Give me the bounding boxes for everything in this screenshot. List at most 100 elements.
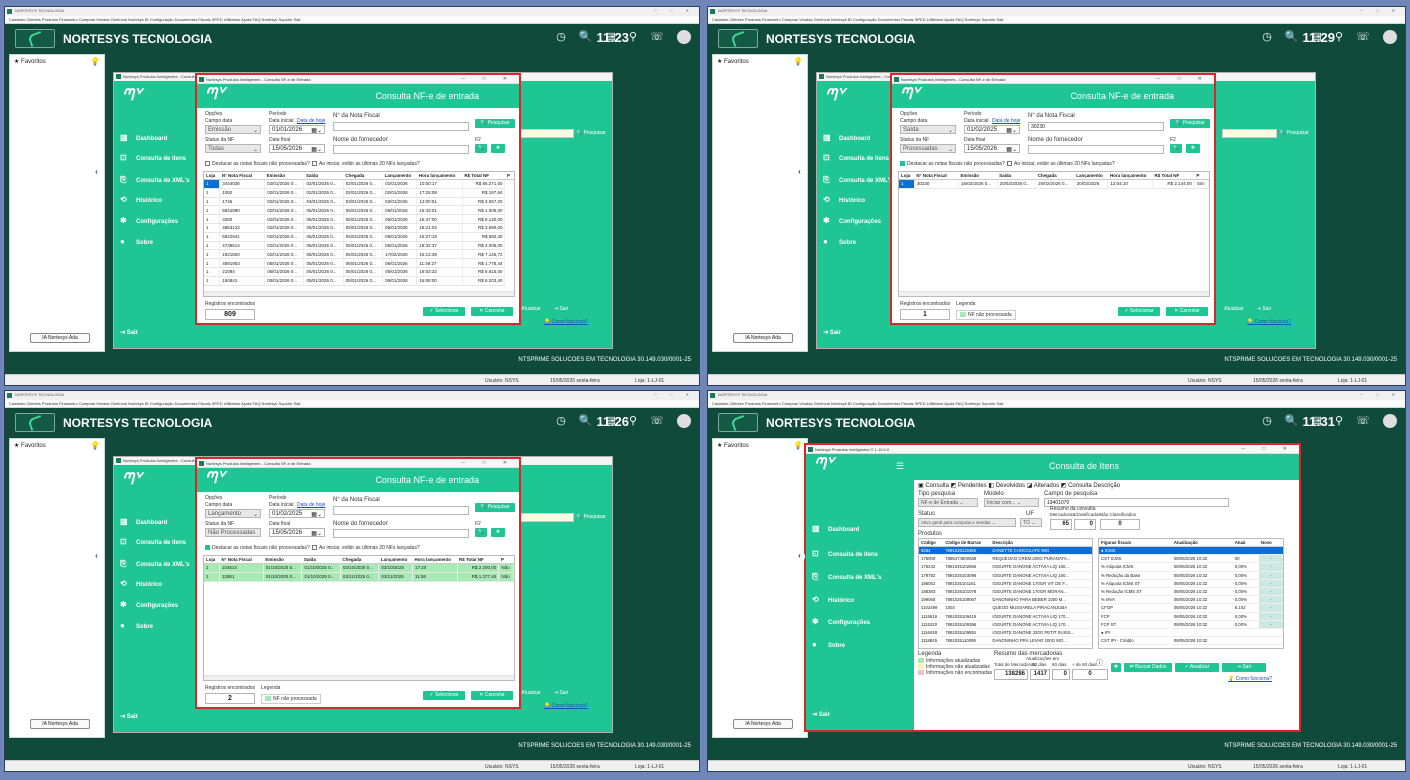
table-row[interactable]: 1 184841 05/01/2026 0... 05/01/2026 0... 05/… [204,276,514,286]
col-header[interactable]: Chegada [340,556,379,564]
status-nf-select[interactable]: Todas ⌄ [205,144,261,153]
col-header[interactable]: Emissão [958,172,998,180]
gear-icon[interactable]: ✱ [1111,663,1121,672]
favorites-label[interactable]: ★ Favoritos [14,442,46,449]
dialog-window-controls[interactable]: ─ □ ✕ [1156,76,1210,82]
col-header[interactable]: P [1194,172,1209,180]
data-hoje-link[interactable]: Data de hoje [297,502,325,508]
behind-search-button[interactable]: 🔍 Pesquisar [576,513,606,522]
data-inicial-input[interactable]: 01/01/2026 ▦⌄ [269,125,325,134]
ultimas-checkbox[interactable]: Ao iniciar, exibir as últimas 20 NFs lan… [312,161,420,167]
uf-select[interactable]: TO ⌄ [1020,518,1042,527]
ultimas-checkbox[interactable]: Ao iniciar, exibir as últimas 20 NFs lan… [1007,161,1115,167]
col-header[interactable]: Hora lançamento [412,556,458,564]
nav-item-2[interactable]: ⎘ Consulta de XML's [120,175,189,185]
dialog-window-controls[interactable]: ─ □ ✕ [461,76,515,82]
table-row[interactable]: 1 4863123 02/01/2026 0... 05/01/2026 0... 05… [204,223,514,233]
menu-icon[interactable]: ☰ [896,461,904,472]
selecionar-button[interactable]: ✓ Selecionar [423,307,465,316]
col-header[interactable]: Atualização [1171,539,1233,547]
nav-item-2[interactable]: ⎘ Consulta de XML's [823,175,892,185]
ultimas-checkbox[interactable]: Ao iniciar, exibir as últimas 20 NFs lan… [312,545,420,551]
add-icon[interactable]: ✚ [1186,144,1200,153]
pesquisar-button[interactable]: 🔍 Pesquisar [475,503,515,512]
nav-item-4[interactable]: ✱ Configurações [823,216,881,225]
data-final-input[interactable]: 15/05/2026 ▦⌄ [964,144,1020,153]
produtos-grid[interactable]: Código Código de Barras Descrição 8284 78910… [918,538,1093,649]
nav-item-2[interactable]: ⎘ Consulta de XML's [120,559,189,569]
ia-button[interactable]: IA Nortesys Ada [30,333,90,343]
col-header[interactable]: Loja [899,172,915,180]
tipo-pesquisa-select[interactable]: NF-e de Entrada ⌄ [918,498,978,507]
avatar[interactable] [1383,30,1397,45]
campo-data-select[interactable]: Lançamento ⌄ [205,509,261,518]
behind-atualizar-button[interactable]: Atualizar [519,689,543,698]
ia-button[interactable]: IA Nortesys Ada [30,719,90,729]
destacar-checkbox[interactable]: Destacar as notas fiscais não processada… [205,161,310,167]
data-final-input[interactable]: 15/05/2026 ▦⌄ [269,144,325,153]
behind-help-link[interactable]: 💡 Como funciona? [544,319,588,325]
table-row[interactable]: FCP ST 08/05/2026 10:32 0,00% - [1099,620,1283,629]
search-icon[interactable]: 🔍 [475,144,487,153]
nav-item-0[interactable]: ▥ Dashboard [823,133,870,142]
info-icon[interactable]: ⓘ [1096,658,1103,668]
table-row[interactable]: ● IPI [1099,628,1283,638]
destacar-checkbox[interactable]: Destacar as notas fiscais não processada… [205,545,310,551]
selecionar-button[interactable]: ✓ Selecionar [423,691,465,700]
table-row[interactable]: % MVA 08/05/2026 10:32 0,00% - [1099,595,1283,605]
fornecedor-input[interactable] [333,145,469,154]
behind-search-button[interactable]: 🔍 Pesquisar [1279,129,1309,138]
table-row[interactable]: 199068 7891025109067 DANONINHO PARA BEBER … [919,595,1092,605]
nav-item-0[interactable]: ▥ Dashboard [120,517,167,526]
table-row[interactable]: 1 5842941 02/01/2026 0... 05/01/2026 0... 05… [204,232,514,242]
nota-input[interactable] [333,506,469,515]
cancelar-button[interactable]: ✕ Cancelar [1166,307,1208,316]
window-controls[interactable]: ─ □ ✕ [1360,8,1401,13]
behind-sair-button[interactable]: ⇥ Sair [546,689,576,698]
search-icon[interactable]: 🔍 [475,528,487,537]
col-header[interactable]: Figuras fiscais [1099,539,1172,547]
nfe-grid[interactable]: Loja N° Nota Fiscal Emissão Saída Chegada Lan… [898,171,1210,297]
table-row[interactable]: 1 3444036 02/01/2026 0... 02/01/2026 0... 02… [204,179,514,189]
behind-search-button[interactable]: 🔍 Pesquisar [576,129,606,138]
lightbulb-icon[interactable]: 💡 [90,441,100,450]
dialog-window-controls[interactable]: ─ □ ✕ [1241,446,1295,452]
window-controls[interactable]: ─ □ ✕ [654,392,695,397]
modelo-select[interactable]: Iniciar com... ⌄ [984,498,1039,507]
table-row[interactable]: % Alíquota ICMS 08/05/2026 10:32 0,00% - [1099,562,1283,572]
exit-button[interactable]: ⇥ Sair [823,329,841,336]
help-link[interactable]: 💡 Como funciona? [1228,676,1272,682]
col-header[interactable]: P [498,556,514,564]
col-header[interactable]: Lançamento [382,172,417,180]
menu-bar[interactable]: Cadastro Clientes Produtos Financeiro Co… [5,16,699,24]
col-header[interactable]: Saída [303,172,344,180]
table-row[interactable]: FCP 08/05/2026 10:32 0,00% - [1099,612,1283,621]
favorites-label[interactable]: ★ Favoritos [717,58,749,65]
col-header[interactable]: R$ Total NF [457,556,499,564]
table-row[interactable]: 1115320 7891025109396 IOGURTE DANONE ACTIV… [919,620,1092,629]
data-inicial-input[interactable]: 01/02/2025 ▦⌄ [964,125,1020,134]
cancelar-button[interactable]: ✕ Cancelar [471,307,513,316]
table-row[interactable]: 179782 7891025103096 IOGURTE DANONE ACTIVI… [919,571,1092,580]
behind-atualizar-button[interactable]: Atualizar [1222,305,1246,314]
nav-item-4[interactable]: ✱ Configurações [812,617,870,626]
table-row[interactable]: 1 3260 02/01/2026 0... 05/01/2026 0... 05/01… [204,214,514,224]
fornecedor-input[interactable] [1028,145,1164,154]
ia-button[interactable]: IA Nortesys Ada [733,719,793,729]
buscar-dados-button[interactable]: ⇄ Buscar Dados [1124,663,1172,672]
data-final-input[interactable]: 15/05/2026 ▦⌄ [269,528,325,537]
nav-item-5[interactable]: ● Sobre [120,621,153,630]
collapse-sidebar-icon[interactable]: ‹ [91,167,102,178]
table-row[interactable]: 1115616 7891025109419 IOGURTE DANONE ACTIV… [919,612,1092,621]
col-header[interactable]: Saída [301,556,341,564]
table-row[interactable]: 1 5842980 02/01/2026 0... 05/01/2026 0... 05… [204,205,514,216]
col-header[interactable]: Descrição [990,539,1092,547]
pesquisar-button[interactable]: 🔍 Pesquisar [1170,119,1210,128]
destacar-checkbox[interactable]: Destacar as notas fiscais não processada… [900,161,1005,167]
nav-item-4[interactable]: ✱ Configurações [120,216,178,225]
exit-button[interactable]: ⇥ Sair [120,713,138,720]
nfe-grid[interactable]: Loja N° Nota Fiscal Emissão Saída Chegada Lan… [203,555,515,681]
col-header[interactable]: N° Nota Fiscal [219,556,264,564]
col-header[interactable]: Loja [204,556,220,564]
table-row[interactable]: 186052 7891025101161 IOGURTE DANONE 170GR … [919,579,1092,588]
